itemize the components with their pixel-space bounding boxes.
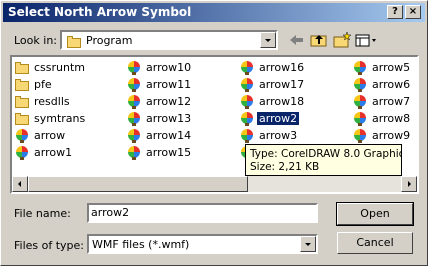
list-item[interactable]: arrow17 bbox=[237, 77, 347, 93]
view-menu-icon[interactable] bbox=[354, 31, 378, 49]
scroll-right-button[interactable] bbox=[401, 176, 417, 192]
list-item-label: arrow14 bbox=[146, 129, 192, 142]
list-item[interactable]: arrow1 bbox=[12, 145, 122, 161]
list-item-label: arrow9 bbox=[372, 129, 411, 142]
wmf-file-icon bbox=[352, 94, 368, 110]
wmf-file-icon bbox=[352, 77, 368, 93]
folder-icon bbox=[14, 94, 30, 110]
list-item[interactable]: pfe bbox=[12, 77, 122, 93]
wmf-file-icon bbox=[352, 111, 368, 127]
wmf-file-icon bbox=[126, 145, 142, 161]
wmf-file-icon bbox=[352, 60, 368, 76]
list-item-label: arrow16 bbox=[259, 61, 305, 74]
list-item-label: arrow5 bbox=[372, 61, 411, 74]
list-item[interactable]: arrow5 bbox=[350, 60, 417, 76]
list-item-label: arrow17 bbox=[259, 78, 305, 91]
list-item-label: cssruntm bbox=[34, 61, 86, 74]
list-item[interactable]: arrow18 bbox=[237, 94, 347, 110]
list-item[interactable]: arrow16 bbox=[237, 60, 347, 76]
wmf-file-icon bbox=[126, 94, 142, 110]
list-item[interactable]: arrow14 bbox=[124, 128, 234, 144]
list-item-label: arrow11 bbox=[146, 78, 192, 91]
wmf-file-icon bbox=[352, 128, 368, 144]
list-item[interactable]: arrow3 bbox=[237, 128, 347, 144]
list-item[interactable]: arrow2 bbox=[237, 111, 347, 127]
back-icon[interactable] bbox=[287, 31, 307, 49]
file-name-field[interactable] bbox=[87, 203, 318, 223]
wmf-file-icon bbox=[239, 94, 255, 110]
new-folder-icon[interactable] bbox=[332, 31, 352, 49]
list-item[interactable]: arrow10 bbox=[124, 60, 234, 76]
folder-icon bbox=[14, 111, 30, 127]
list-item-label: arrow2 bbox=[257, 112, 300, 125]
up-folder-icon[interactable] bbox=[309, 31, 329, 49]
chevron-down-icon[interactable] bbox=[260, 32, 276, 48]
list-item[interactable]: arrow8 bbox=[350, 111, 417, 127]
look-in-label: Look in: bbox=[14, 34, 57, 47]
wmf-file-icon bbox=[239, 77, 255, 93]
folder-icon bbox=[14, 60, 30, 76]
list-item-label: arrow18 bbox=[259, 95, 305, 108]
list-item-label: arrow bbox=[34, 129, 66, 142]
wmf-file-icon bbox=[14, 128, 30, 144]
tooltip-size: Size: 2,21 KB bbox=[250, 161, 320, 173]
wmf-file-icon bbox=[14, 145, 30, 161]
wmf-file-icon bbox=[239, 60, 255, 76]
horizontal-scrollbar[interactable] bbox=[12, 176, 417, 192]
list-item[interactable]: symtrans bbox=[12, 111, 122, 127]
folder-icon bbox=[66, 34, 82, 48]
window-title: Select North Arrow Symbol bbox=[8, 5, 192, 19]
list-item-label: arrow1 bbox=[34, 146, 73, 159]
title-bar[interactable]: Select North Arrow Symbol ? × bbox=[3, 3, 425, 22]
list-item-label: arrow6 bbox=[372, 78, 411, 91]
wmf-file-icon bbox=[126, 111, 142, 127]
list-item[interactable]: arrow9 bbox=[350, 128, 417, 144]
wmf-file-icon bbox=[239, 128, 255, 144]
close-button[interactable]: × bbox=[405, 5, 421, 19]
list-item-label: arrow8 bbox=[372, 112, 411, 125]
list-item[interactable]: arrow bbox=[12, 128, 122, 144]
list-item[interactable]: arrow6 bbox=[350, 77, 417, 93]
files-of-type-value: WMF files (*.wmf) bbox=[92, 238, 190, 251]
list-item-label: resdlls bbox=[34, 95, 70, 108]
open-button-label: Open bbox=[360, 207, 390, 220]
list-item-label: pfe bbox=[34, 78, 52, 91]
file-tooltip: Type: CorelDRAW 8.0 Graphic Size: 2,21 K… bbox=[245, 144, 402, 176]
wmf-file-icon bbox=[126, 128, 142, 144]
open-button[interactable]: Open bbox=[336, 202, 414, 226]
wmf-file-icon bbox=[239, 111, 255, 127]
tooltip-type: Type: CorelDRAW 8.0 Graphic bbox=[250, 148, 402, 160]
list-item[interactable]: arrow12 bbox=[124, 94, 234, 110]
file-name-label: File name: bbox=[14, 207, 71, 220]
cancel-button[interactable]: Cancel bbox=[337, 232, 413, 254]
file-name-input[interactable] bbox=[91, 206, 291, 219]
list-item[interactable]: arrow7 bbox=[350, 94, 417, 110]
chevron-down-icon[interactable] bbox=[300, 236, 316, 252]
wmf-file-icon bbox=[126, 60, 142, 76]
look-in-value: Program bbox=[86, 34, 133, 47]
list-item-label: arrow13 bbox=[146, 112, 192, 125]
look-in-combo[interactable]: Program bbox=[60, 30, 278, 50]
list-item[interactable]: arrow11 bbox=[124, 77, 234, 93]
list-item-label: arrow10 bbox=[146, 61, 192, 74]
select-north-arrow-dialog: Select North Arrow Symbol ? × Look in: P… bbox=[0, 0, 428, 266]
files-of-type-label: Files of type: bbox=[14, 239, 85, 252]
list-item[interactable]: resdlls bbox=[12, 94, 122, 110]
wmf-file-icon bbox=[126, 77, 142, 93]
list-item[interactable]: arrow13 bbox=[124, 111, 234, 127]
list-item-label: arrow7 bbox=[372, 95, 411, 108]
list-item-label: arrow3 bbox=[259, 129, 298, 142]
help-button[interactable]: ? bbox=[387, 5, 403, 19]
list-item[interactable]: arrow15 bbox=[124, 145, 234, 161]
folder-icon bbox=[14, 77, 30, 93]
scroll-thumb[interactable] bbox=[28, 176, 248, 192]
files-of-type-combo[interactable]: WMF files (*.wmf) bbox=[87, 234, 318, 254]
scroll-left-button[interactable] bbox=[12, 176, 28, 192]
list-item-label: arrow12 bbox=[146, 95, 192, 108]
list-item-label: arrow15 bbox=[146, 146, 192, 159]
list-item[interactable]: cssruntm bbox=[12, 60, 122, 76]
list-item-label: symtrans bbox=[34, 112, 86, 125]
cancel-button-label: Cancel bbox=[356, 236, 394, 249]
